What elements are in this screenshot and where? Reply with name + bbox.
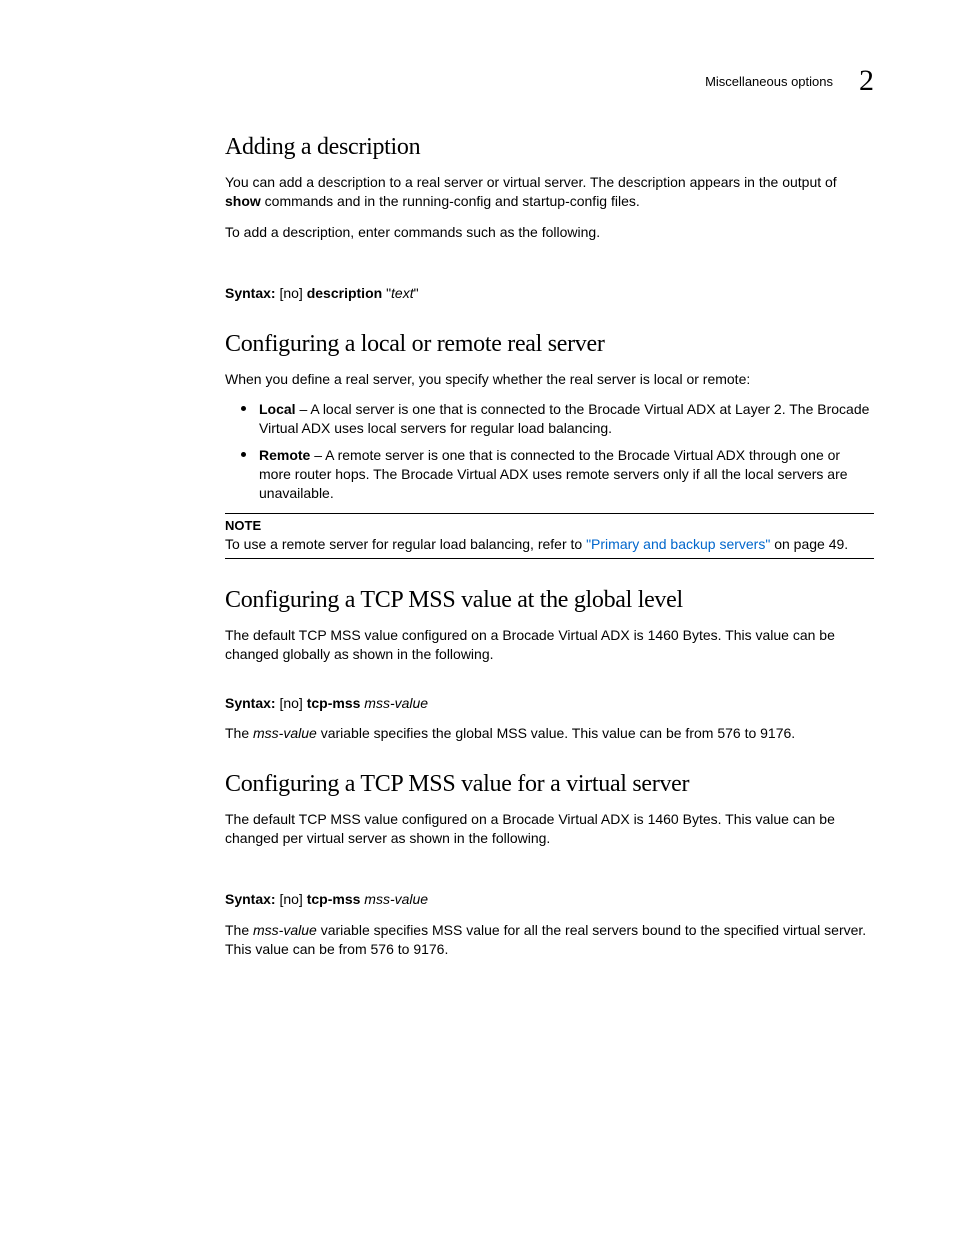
syntax-mss-vs: Syntax: [no] tcp-mss mss-value <box>225 890 874 909</box>
bullet-label: Remote <box>259 447 310 463</box>
bullet-text: – A local server is one that is connecte… <box>259 401 869 436</box>
syntax-label: Syntax: <box>225 285 279 301</box>
chapter-number: 2 <box>859 64 874 98</box>
syntax-no: [no] <box>279 285 306 301</box>
note-block: NOTE To use a remote server for regular … <box>225 513 874 559</box>
running-header-title: Miscellaneous options <box>705 74 833 89</box>
syntax-no: [no] <box>279 695 306 711</box>
note-label: NOTE <box>225 518 874 533</box>
main-content: Adding a description You can add a descr… <box>225 134 874 959</box>
para-local-remote-intro: When you define a real server, you speci… <box>225 370 874 389</box>
syntax-description: Syntax: [no] description "text" <box>225 284 874 303</box>
syntax-arg: mss-value <box>364 891 428 907</box>
syntax-arg: text <box>391 285 414 301</box>
syntax-cmd: tcp-mss <box>307 891 365 907</box>
list-item: Remote – A remote server is one that is … <box>225 446 874 503</box>
text-span: variable specifies MSS value for all the… <box>225 922 866 957</box>
heading-local-remote: Configuring a local or remote real serve… <box>225 331 874 358</box>
syntax-no: [no] <box>279 891 306 907</box>
para-adding-desc-1: You can add a description to a real serv… <box>225 173 874 211</box>
text-span: variable specifies the global MSS value.… <box>317 725 795 741</box>
syntax-quote: " <box>414 285 419 301</box>
syntax-label: Syntax: <box>225 891 279 907</box>
bullet-list-local-remote: Local – A local server is one that is co… <box>225 400 874 502</box>
syntax-mss-global: Syntax: [no] tcp-mss mss-value <box>225 694 874 713</box>
text-span: To use a remote server for regular load … <box>225 536 586 552</box>
page-container: Miscellaneous options 2 Adding a descrip… <box>0 0 954 1235</box>
para-mss-global-1: The default TCP MSS value configured on … <box>225 626 874 664</box>
para-mss-vs-1: The default TCP MSS value configured on … <box>225 810 874 848</box>
text-span: The <box>225 922 253 938</box>
cmd-show: show <box>225 193 261 209</box>
bullet-icon <box>241 406 246 411</box>
para-adding-desc-2: To add a description, enter commands suc… <box>225 223 874 242</box>
syntax-cmd: tcp-mss <box>307 695 365 711</box>
syntax-label: Syntax: <box>225 695 279 711</box>
text-italic: mss-value <box>253 922 317 938</box>
heading-adding-description: Adding a description <box>225 134 874 161</box>
note-rule-top <box>225 513 874 514</box>
link-primary-backup[interactable]: "Primary and backup servers" <box>586 536 770 552</box>
heading-mss-vs: Configuring a TCP MSS value for a virtua… <box>225 771 874 798</box>
para-mss-global-2: The mss-value variable specifies the glo… <box>225 724 874 743</box>
syntax-arg: mss-value <box>364 695 428 711</box>
text-span: on page 49. <box>770 536 848 552</box>
note-rule-bottom <box>225 558 874 559</box>
para-mss-vs-2: The mss-value variable specifies MSS val… <box>225 921 874 959</box>
text-italic: mss-value <box>253 725 317 741</box>
heading-mss-global: Configuring a TCP MSS value at the globa… <box>225 587 874 614</box>
bullet-label: Local <box>259 401 296 417</box>
syntax-quote: " <box>382 285 391 301</box>
text-span: The <box>225 725 253 741</box>
text-span: You can add a description to a real serv… <box>225 174 837 190</box>
running-header: Miscellaneous options 2 <box>705 64 874 98</box>
bullet-text: – A remote server is one that is connect… <box>259 447 848 501</box>
bullet-icon <box>241 452 246 457</box>
text-span: commands and in the running-config and s… <box>261 193 640 209</box>
list-item: Local – A local server is one that is co… <box>225 400 874 438</box>
syntax-cmd: description <box>307 285 382 301</box>
note-text: To use a remote server for regular load … <box>225 535 874 554</box>
